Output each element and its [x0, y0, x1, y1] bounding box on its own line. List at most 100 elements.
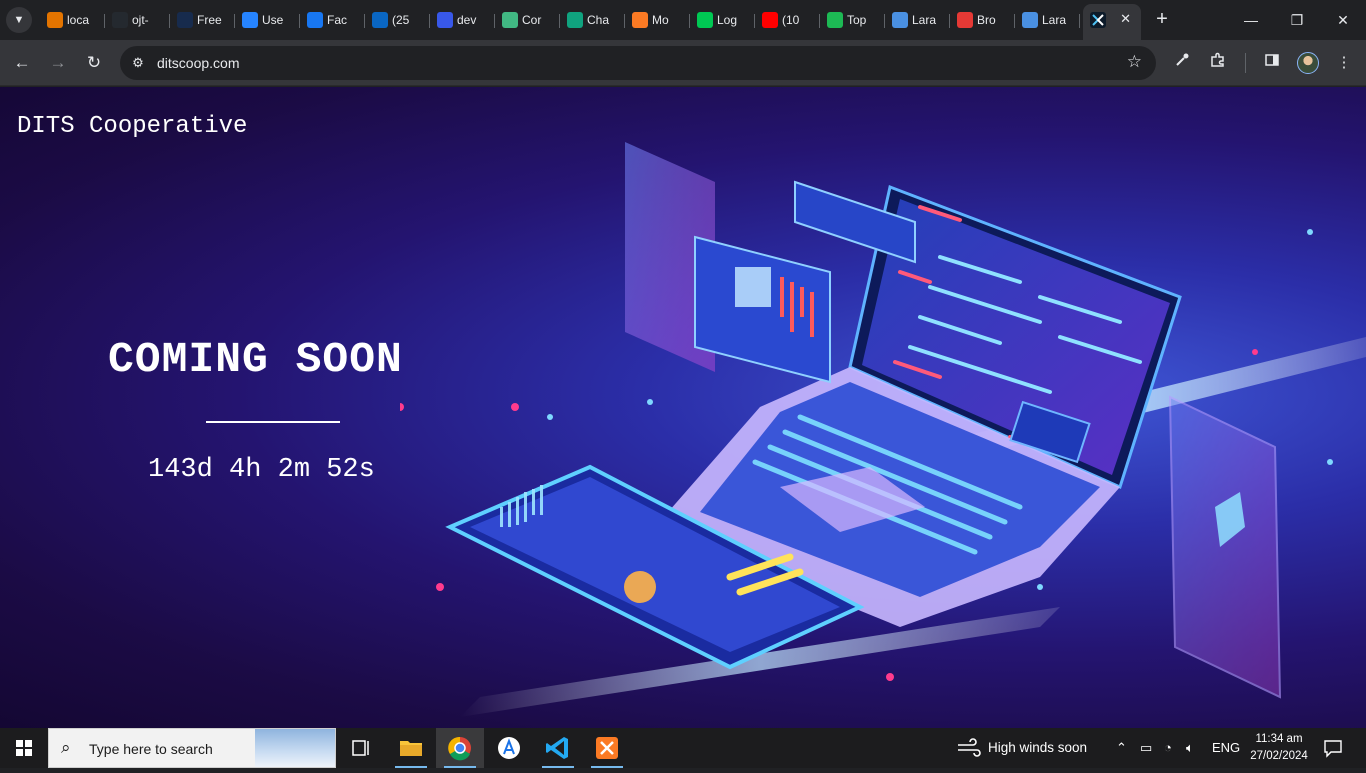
file-explorer-button[interactable] [387, 728, 435, 768]
image-panel [735, 267, 771, 307]
minimize-button[interactable]: — [1228, 0, 1274, 40]
taskbar-search[interactable]: ⌕ Type here to search [48, 728, 336, 768]
globe-icon [1022, 12, 1038, 28]
start-button[interactable] [0, 728, 48, 768]
facebook-icon [307, 12, 323, 28]
tab-separator [1079, 14, 1080, 28]
tab-label: Bro [977, 13, 996, 27]
fire-icon [47, 12, 63, 28]
arrow-left-icon: ← [13, 53, 31, 72]
windows-logo-icon [16, 740, 32, 756]
site-brand[interactable]: DITS Cooperative [17, 113, 247, 140]
chevron-up-icon[interactable]: ⌃ [1116, 740, 1127, 756]
browser-tab[interactable]: Bro [950, 5, 1015, 35]
ditscoop-icon [1090, 12, 1106, 28]
tab-label: Cor [522, 13, 542, 27]
youtube-icon [762, 12, 778, 28]
tab-strip: ▼ loca ojt- Free Use Fac (25 dev Cor Cha Mo Log (10… [0, 0, 1366, 40]
xampp-icon [632, 12, 648, 28]
tab-label: Mo [652, 13, 669, 27]
tab-active[interactable]: ✕ [1083, 4, 1141, 40]
toolbar-divider [1245, 53, 1246, 73]
browser-tab[interactable]: Lara [1015, 5, 1080, 35]
wifi-icon[interactable]: ◔ [1164, 740, 1172, 755]
chrome-icon [448, 736, 471, 761]
tab-label: Lara [912, 13, 937, 27]
notification-icon[interactable] [1322, 737, 1344, 759]
search-placeholder[interactable]: Type here to search [89, 741, 213, 757]
site-settings-icon[interactable]: ⚙ [128, 53, 148, 73]
task-view-button[interactable] [338, 728, 386, 768]
chevron-down-icon: ▼ [13, 14, 25, 26]
laravel-icon [957, 12, 973, 28]
extensions-puzzle-icon[interactable] [1207, 52, 1229, 74]
xampp-taskbar-button[interactable] [583, 728, 631, 768]
eyedropper-icon[interactable] [1171, 52, 1193, 74]
profile-avatar[interactable] [1297, 52, 1319, 74]
chart-panel [694, 235, 831, 384]
tab-search-button[interactable]: ▼ [6, 7, 32, 33]
browser-tab[interactable]: dev [430, 5, 495, 35]
github-icon [112, 12, 128, 28]
linkedin-icon [372, 12, 388, 28]
search-icon: ⌕ [61, 738, 71, 757]
clock-time: 11:34 am [1255, 733, 1303, 745]
browser-tab[interactable]: Free [170, 5, 235, 35]
globe-icon [892, 12, 908, 28]
browser-toolbar: ← → ↻ ⚙ ditscoop.com ☆ ⋮ [0, 40, 1366, 86]
app-taskbar-button[interactable] [485, 728, 533, 768]
browser-tab[interactable]: Cha [560, 5, 625, 35]
browser-tab[interactable]: Cor [495, 5, 560, 35]
new-tab-button[interactable]: + [1151, 8, 1173, 30]
tab-label: ojt- [132, 13, 149, 27]
pie-graphic [624, 571, 656, 603]
app-a-icon [498, 737, 520, 759]
windows-taskbar: ⌕ Type here to search High winds soon ⌃ … [0, 728, 1366, 768]
vscode-icon [546, 737, 568, 759]
chatgpt-icon [567, 12, 583, 28]
vscode-taskbar-button[interactable] [534, 728, 582, 768]
coming-soon-heading: COMING SOON [108, 335, 403, 384]
browser-tab[interactable]: Lara [885, 5, 950, 35]
address-bar[interactable]: ⚙ ditscoop.com ☆ [120, 46, 1156, 80]
wordpress-icon [437, 12, 453, 28]
battery-icon[interactable]: ▭ [1140, 740, 1152, 756]
menu-kebab-icon[interactable]: ⋮ [1333, 52, 1355, 74]
folder-icon [400, 741, 422, 756]
browser-tab[interactable]: (25 [365, 5, 430, 35]
forward-button[interactable]: → [44, 49, 72, 77]
reload-button[interactable]: ↻ [80, 49, 108, 77]
language-indicator[interactable]: ENG [1212, 740, 1240, 755]
flag-icon [242, 12, 258, 28]
tab-label: Top [847, 13, 867, 27]
browser-tab[interactable]: loca [40, 5, 105, 35]
maximize-button[interactable]: ❐ [1274, 0, 1320, 40]
browser-tab[interactable]: ojt- [105, 5, 170, 35]
wind-icon [958, 738, 981, 757]
browser-tab[interactable]: Top [820, 5, 885, 35]
tab-label: (25 [392, 13, 410, 27]
browser-tab[interactable]: Fac [300, 5, 365, 35]
chrome-taskbar-button[interactable] [436, 728, 484, 768]
vue-icon [502, 12, 518, 28]
close-tab-button[interactable]: ✕ [1120, 11, 1131, 27]
browser-tab[interactable]: Use [235, 5, 300, 35]
task-view-icon [352, 740, 369, 756]
tab-label: Log [717, 13, 738, 27]
hero-illustration [400, 142, 1366, 717]
side-panel-icon[interactable] [1261, 52, 1283, 74]
search-highlight-image [255, 729, 335, 767]
volume-icon[interactable]: 🔈︎ [1186, 740, 1194, 756]
browser-tab[interactable]: Log [690, 5, 755, 35]
browser-tab[interactable]: Mo [625, 5, 690, 35]
tab-label: Fac [327, 13, 348, 27]
reload-icon: ↻ [86, 53, 102, 72]
back-button[interactable]: ← [8, 49, 36, 77]
close-window-button[interactable]: ✕ [1320, 0, 1366, 40]
url-text[interactable]: ditscoop.com [157, 55, 239, 71]
browser-tab[interactable]: (10 [755, 5, 820, 35]
tab-label: loca [67, 13, 90, 27]
system-clock[interactable]: 11:34 am 27/02/2024 [1244, 731, 1314, 765]
bookmark-star-icon[interactable]: ☆ [1127, 52, 1142, 72]
leaf-icon [697, 12, 713, 28]
